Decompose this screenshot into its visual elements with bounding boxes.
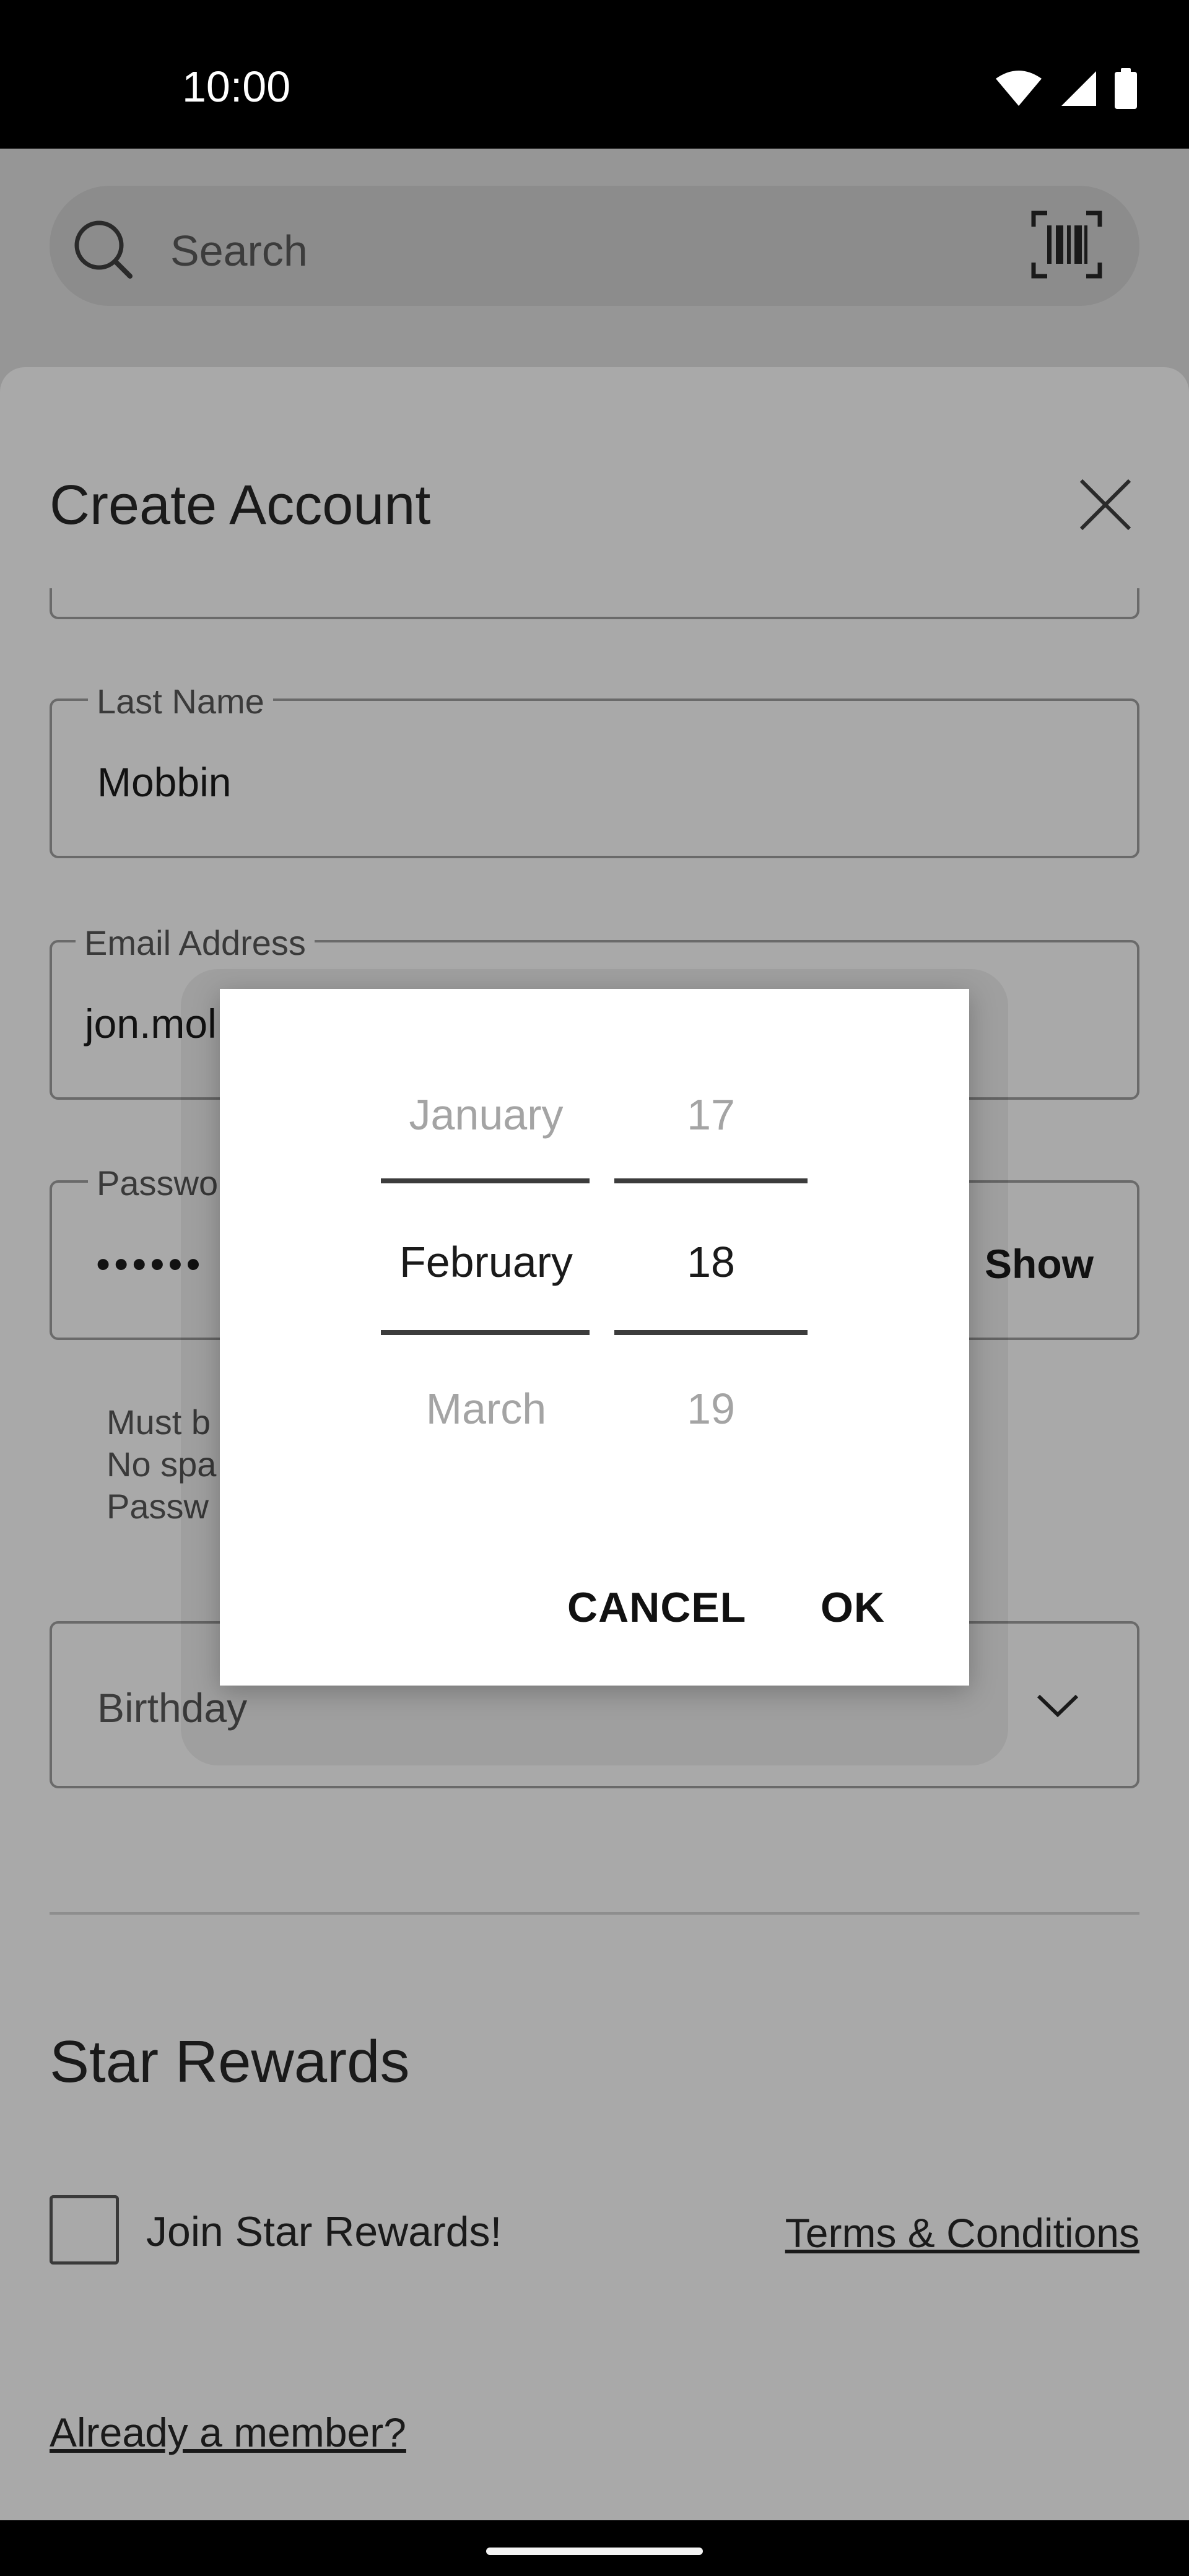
star-rewards-title: Star Rewards: [50, 2029, 410, 2095]
status-icons: [995, 68, 1137, 109]
month-selection-top-line: [381, 1178, 590, 1183]
ok-button[interactable]: OK: [821, 1583, 885, 1632]
search-input[interactable]: Search: [170, 226, 308, 276]
day-option-next[interactable]: 19: [614, 1384, 808, 1434]
already-member-link[interactable]: Already a member?: [50, 2409, 406, 2456]
day-selection-bottom-line: [614, 1330, 808, 1335]
day-option-selected[interactable]: 18: [614, 1237, 808, 1287]
day-option-prev[interactable]: 17: [614, 1090, 808, 1139]
search-icon: [74, 220, 133, 279]
status-time: 10:00: [182, 63, 291, 111]
date-picker-dialog: [220, 989, 969, 1686]
cell-signal-icon: [1061, 71, 1096, 106]
day-selection-top-line: [614, 1178, 808, 1183]
barcode-scan-icon[interactable]: [1031, 211, 1102, 279]
month-option-prev[interactable]: January: [381, 1090, 591, 1139]
last-name-label: Last Name: [88, 681, 273, 721]
home-indicator[interactable]: [486, 2548, 703, 2555]
sheet-title: Create Account: [50, 474, 431, 536]
cancel-button[interactable]: CANCEL: [567, 1583, 746, 1632]
first-name-field[interactable]: [50, 588, 1139, 619]
month-selection-bottom-line: [381, 1330, 590, 1335]
join-rewards-label: Join Star Rewards!: [146, 2208, 502, 2255]
chevron-down-icon: [1037, 1694, 1079, 1718]
close-icon[interactable]: [1078, 477, 1133, 533]
join-rewards-checkbox[interactable]: [50, 2195, 119, 2265]
month-option-selected[interactable]: February: [381, 1237, 591, 1287]
section-divider: [50, 1912, 1139, 1915]
wifi-icon: [996, 71, 1042, 106]
battery-icon: [1115, 68, 1137, 109]
month-option-next[interactable]: March: [381, 1384, 591, 1434]
email-label: Email Address: [76, 923, 315, 963]
last-name-value: Mobbin: [97, 759, 232, 805]
terms-conditions-link[interactable]: Terms & Conditions: [785, 2209, 1139, 2256]
